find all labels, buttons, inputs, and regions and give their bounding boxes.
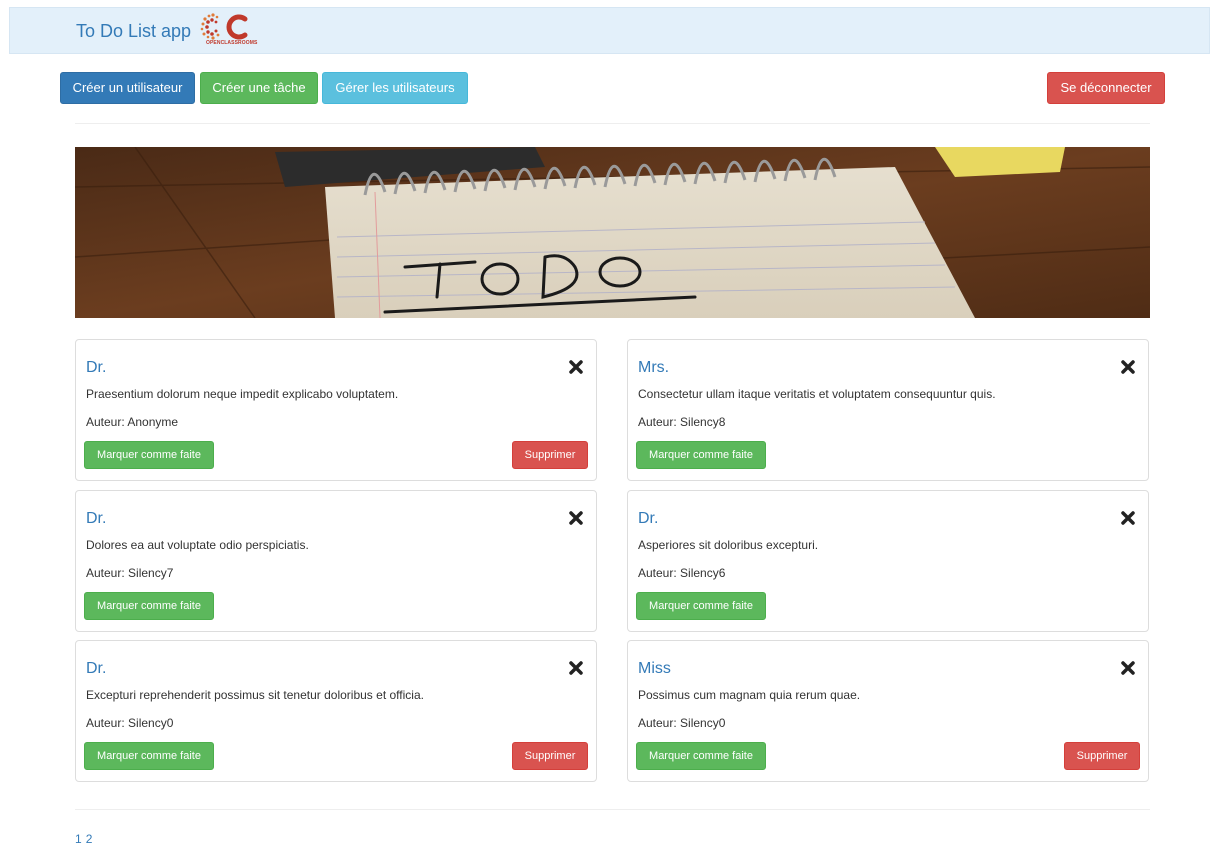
delete-button[interactable]: Supprimer [512,441,588,469]
mark-done-button[interactable]: Marquer comme faite [636,742,766,770]
task-description: Possimus cum magnam quia rerum quae. [638,688,861,702]
todo-banner-image [75,147,1150,318]
close-icon[interactable] [1120,359,1136,375]
close-icon[interactable] [568,359,584,375]
task-title[interactable]: Dr. [86,510,106,528]
task-card: Dr. Praesentium dolorum neque impedit ex… [75,339,597,481]
brand-link[interactable]: To Do List app [76,20,191,42]
pagination: 12 [75,832,96,846]
mark-done-button[interactable]: Marquer comme faite [636,441,766,469]
task-card: Dr. Excepturi reprehenderit possimus sit… [75,640,597,782]
task-title[interactable]: Mrs. [638,359,669,377]
divider-bottom [75,809,1150,810]
delete-button[interactable]: Supprimer [512,742,588,770]
task-title[interactable]: Dr. [86,660,106,678]
task-author: Auteur: Silency6 [638,566,726,580]
task-author: Auteur: Silency0 [86,716,174,730]
task-title[interactable]: Dr. [86,359,106,377]
mark-done-button[interactable]: Marquer comme faite [84,441,214,469]
mark-done-button[interactable]: Marquer comme faite [636,592,766,620]
openclassrooms-logo: OPENCLASSROOMS [197,11,259,51]
task-card: Miss Possimus cum magnam quia rerum quae… [627,640,1149,782]
task-description: Consectetur ullam itaque veritatis et vo… [638,387,996,401]
close-icon[interactable] [568,510,584,526]
task-card: Dr. Asperiores sit doloribus excepturi. … [627,490,1149,632]
mark-done-button[interactable]: Marquer comme faite [84,592,214,620]
task-card: Mrs. Consectetur ullam itaque veritatis … [627,339,1149,481]
task-author: Auteur: Silency0 [638,716,726,730]
task-description: Asperiores sit doloribus excepturi. [638,538,819,552]
task-title[interactable]: Dr. [638,510,658,528]
divider-top [75,123,1150,124]
task-description: Excepturi reprehenderit possimus sit ten… [86,688,424,702]
navbar: To Do List app OPENCLASSROOMS [9,7,1210,54]
manage-users-button[interactable]: Gérer les utilisateurs [322,72,468,104]
close-icon[interactable] [568,660,584,676]
page-link-1[interactable]: 1 [75,832,82,846]
delete-button[interactable]: Supprimer [1064,742,1140,770]
logo-text: OPENCLASSROOMS [206,40,258,46]
page-link-2[interactable]: 2 [86,832,93,846]
task-author: Auteur: Silency7 [86,566,174,580]
task-title[interactable]: Miss [638,660,671,678]
task-author: Auteur: Silency8 [638,415,726,429]
mark-done-button[interactable]: Marquer comme faite [84,742,214,770]
task-description: Dolores ea aut voluptate odio perspiciat… [86,538,309,552]
logout-button[interactable]: Se déconnecter [1047,72,1165,104]
create-task-button[interactable]: Créer une tâche [200,72,318,104]
task-card: Dr. Dolores ea aut voluptate odio perspi… [75,490,597,632]
close-icon[interactable] [1120,660,1136,676]
task-description: Praesentium dolorum neque impedit explic… [86,387,399,401]
task-author: Auteur: Anonyme [86,415,179,429]
create-user-button[interactable]: Créer un utilisateur [60,72,195,104]
close-icon[interactable] [1120,510,1136,526]
